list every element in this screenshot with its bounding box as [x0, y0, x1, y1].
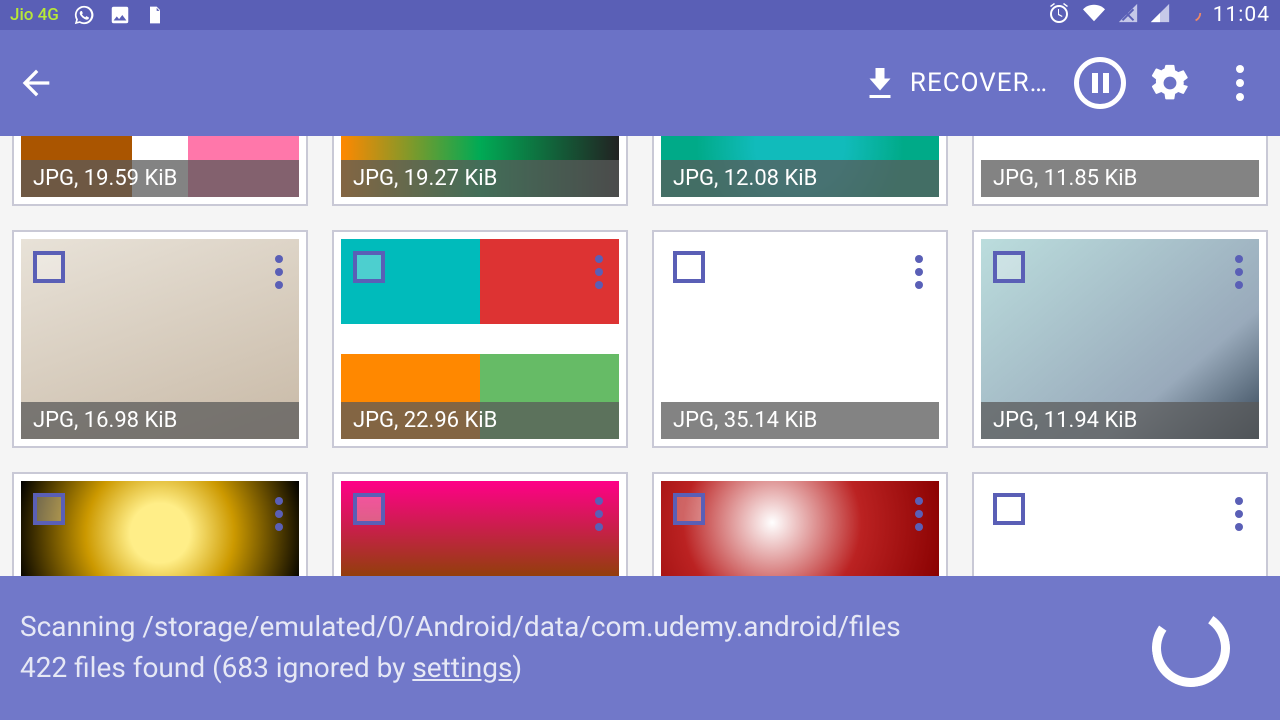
back-button[interactable] — [12, 59, 60, 107]
thumbnail-image — [661, 481, 939, 576]
whatsapp-icon — [73, 4, 95, 26]
thumbnail-image: JPG, 16.98 KiB — [21, 239, 299, 439]
thumbnail-image: JPG, 22.96 KiB — [341, 239, 619, 439]
thumbnail-image — [341, 481, 619, 576]
tile-menu-button[interactable] — [1231, 493, 1247, 535]
thumbnail-image: JPG, 11.85 KiB — [981, 136, 1259, 197]
photos-icon — [109, 4, 131, 26]
battery-icon — [1181, 2, 1203, 29]
thumbnail-image: JPG, 11.94 KiB — [981, 239, 1259, 439]
thumbnail-image: JPG, 12.08 KiB — [661, 136, 939, 197]
alarm-icon — [1047, 1, 1071, 30]
carrier-label: Jio 4G — [10, 5, 59, 25]
image-tile[interactable] — [972, 472, 1268, 576]
tile-menu-button[interactable] — [271, 251, 287, 293]
select-checkbox[interactable] — [33, 493, 65, 525]
app-bar: RECOVER… — [0, 30, 1280, 136]
image-tile[interactable]: JPG, 16.98 KiB — [12, 230, 308, 448]
wifi-icon — [1081, 2, 1107, 29]
image-tile[interactable]: JPG, 22.96 KiB — [332, 230, 628, 448]
select-checkbox[interactable] — [993, 251, 1025, 283]
file-info-label: JPG, 11.85 KiB — [981, 160, 1259, 197]
tile-menu-button[interactable] — [911, 493, 927, 535]
recover-label: RECOVER… — [910, 68, 1048, 98]
app-notification-icon — [145, 4, 165, 26]
recovery-grid-container[interactable]: JPG, 19.59 KiB JPG, 19.27 KiB JPG, 12.08… — [0, 136, 1280, 576]
image-tile[interactable]: JPG, 35.14 KiB — [652, 230, 948, 448]
thumbnail-image: JPG, 35.14 KiB — [661, 239, 939, 439]
image-tile[interactable] — [12, 472, 308, 576]
signal-sim1-icon — [1117, 2, 1139, 29]
settings-link[interactable]: settings — [412, 651, 512, 684]
select-checkbox[interactable] — [673, 493, 705, 525]
tile-menu-button[interactable] — [1231, 251, 1247, 293]
file-info-label: JPG, 35.14 KiB — [661, 402, 939, 439]
pause-button[interactable] — [1072, 55, 1128, 111]
file-info-label: JPG, 19.59 KiB — [21, 160, 299, 197]
signal-sim2-icon — [1149, 2, 1171, 29]
file-info-label: JPG, 19.27 KiB — [341, 160, 619, 197]
scan-count-text: 422 files found (683 ignored by settings… — [20, 648, 1152, 689]
thumbnail-image — [981, 481, 1259, 576]
image-tile[interactable] — [652, 472, 948, 576]
tile-menu-button[interactable] — [591, 493, 607, 535]
file-info-label: JPG, 12.08 KiB — [661, 160, 939, 197]
scan-status-bar: Scanning /storage/emulated/0/Android/dat… — [0, 576, 1280, 720]
file-info-label: JPG, 11.94 KiB — [981, 402, 1259, 439]
scan-path-text: Scanning /storage/emulated/0/Android/dat… — [20, 607, 1152, 648]
file-info-label: JPG, 22.96 KiB — [341, 402, 619, 439]
image-tile[interactable]: JPG, 19.27 KiB — [332, 136, 628, 206]
thumbnail-image — [21, 481, 299, 576]
loading-spinner-icon — [1146, 603, 1236, 693]
recover-button[interactable]: RECOVER… — [852, 65, 1058, 101]
image-tile[interactable]: JPG, 19.59 KiB — [12, 136, 308, 206]
tile-menu-button[interactable] — [911, 251, 927, 293]
image-tile[interactable] — [332, 472, 628, 576]
image-tile[interactable]: JPG, 12.08 KiB — [652, 136, 948, 206]
select-checkbox[interactable] — [353, 251, 385, 283]
pause-icon — [1074, 57, 1126, 109]
image-tile[interactable]: JPG, 11.94 KiB — [972, 230, 1268, 448]
tile-menu-button[interactable] — [271, 493, 287, 535]
settings-button[interactable] — [1142, 55, 1198, 111]
thumbnail-image: JPG, 19.59 KiB — [21, 136, 299, 197]
file-info-label: JPG, 16.98 KiB — [21, 402, 299, 439]
select-checkbox[interactable] — [353, 493, 385, 525]
select-checkbox[interactable] — [993, 493, 1025, 525]
status-clock: 11:04 — [1213, 3, 1270, 27]
select-checkbox[interactable] — [673, 251, 705, 283]
overflow-menu-button[interactable] — [1212, 55, 1268, 111]
select-checkbox[interactable] — [33, 251, 65, 283]
thumbnail-image: JPG, 19.27 KiB — [341, 136, 619, 197]
tile-menu-button[interactable] — [591, 251, 607, 293]
status-bar: Jio 4G 11:04 — [0, 0, 1280, 30]
image-tile[interactable]: JPG, 11.85 KiB — [972, 136, 1268, 206]
more-vert-icon — [1236, 65, 1244, 101]
gear-icon — [1148, 61, 1192, 105]
